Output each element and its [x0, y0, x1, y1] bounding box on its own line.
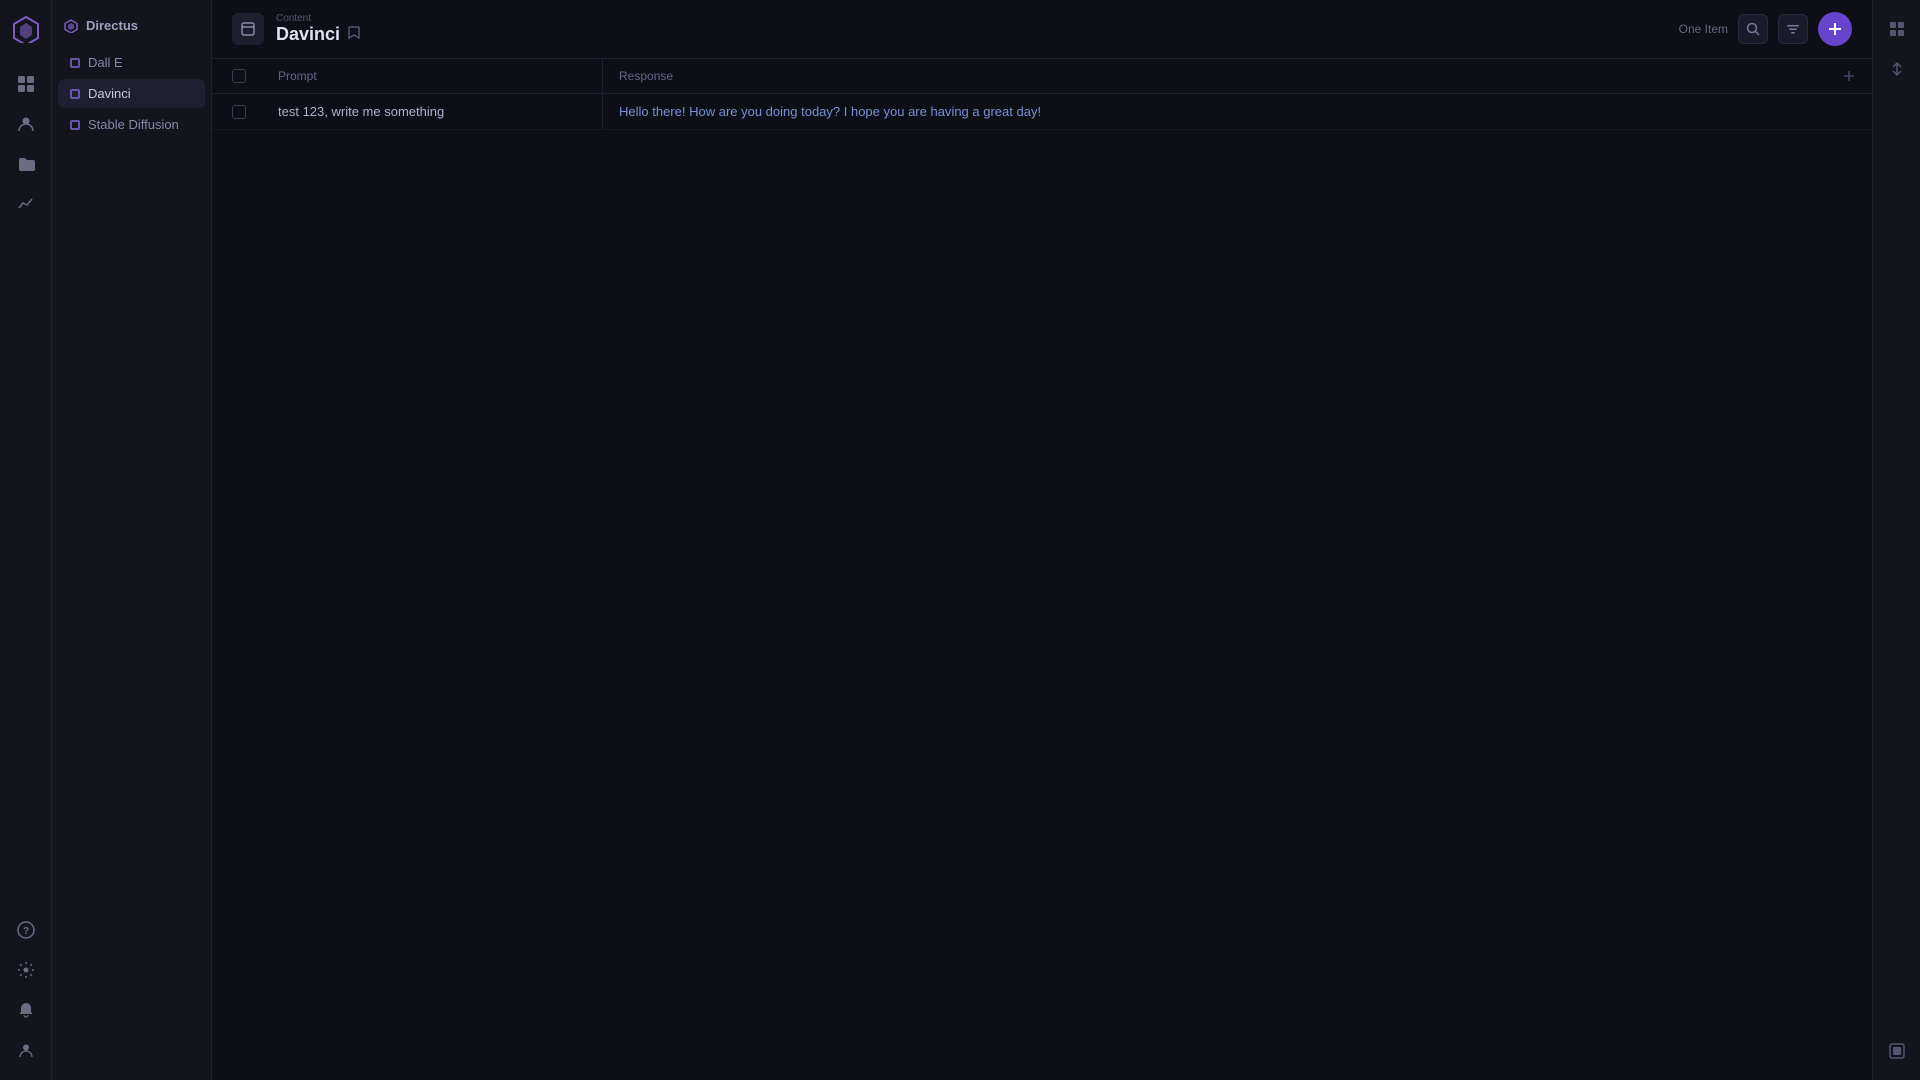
th-prompt: Prompt	[262, 59, 602, 94]
header-actions: One Item	[1679, 12, 1852, 46]
filter-button[interactable]	[1778, 14, 1808, 44]
bookmark-icon[interactable]	[348, 26, 360, 43]
table-header-row: Prompt Response	[212, 59, 1872, 94]
nav-bell-icon[interactable]	[8, 992, 44, 1028]
right-panel	[1872, 0, 1920, 1080]
sidebar-item-label: Stable Diffusion	[88, 117, 179, 132]
nav-settings-icon[interactable]	[8, 952, 44, 988]
add-column-button[interactable]	[1842, 69, 1856, 83]
page-icon	[232, 13, 264, 45]
sidebar-item-dot	[70, 58, 80, 68]
th-add-column[interactable]	[1826, 59, 1872, 94]
main-content: Content Davinci One Item	[212, 0, 1872, 1080]
data-table: Prompt Response	[212, 59, 1872, 130]
nav-help-icon[interactable]: ?	[8, 912, 44, 948]
nav-folder-icon[interactable]	[8, 146, 44, 182]
sidebar-item-label: Davinci	[88, 86, 131, 101]
prompt-cell: test 123, write me something	[262, 94, 602, 130]
sidebar-item-dot	[70, 120, 80, 130]
right-panel-sort-icon[interactable]	[1880, 52, 1914, 86]
workspace-name: Directus	[86, 18, 138, 33]
sidebar: Directus Dall E Davinci Stable Diffusion	[52, 0, 212, 1080]
response-cell: Hello there! How are you doing today? I …	[603, 94, 1826, 130]
sidebar-item-stable-diffusion[interactable]: Stable Diffusion	[58, 110, 205, 139]
sidebar-item-dot	[70, 89, 80, 99]
page-title: Davinci	[276, 24, 360, 45]
breadcrumb: Content	[276, 13, 360, 24]
row-checkbox[interactable]	[232, 105, 246, 119]
item-count-badge: One Item	[1679, 22, 1728, 36]
search-button[interactable]	[1738, 14, 1768, 44]
app-logo[interactable]	[9, 12, 43, 46]
row-checkbox-cell[interactable]	[212, 94, 262, 130]
nav-profile-icon[interactable]	[8, 1032, 44, 1068]
header-title-group: Content Davinci	[276, 13, 360, 45]
sidebar-item-label: Dall E	[88, 55, 123, 70]
workspace-header: Directus	[52, 12, 211, 47]
right-panel-layout-icon[interactable]	[1880, 12, 1914, 46]
svg-text:?: ?	[22, 926, 28, 937]
header-checkbox[interactable]	[232, 69, 246, 83]
nav-users-icon[interactable]	[8, 106, 44, 142]
data-table-container: Prompt Response	[212, 59, 1872, 1080]
nav-home-icon[interactable]	[8, 66, 44, 102]
icon-rail: ?	[0, 0, 52, 1080]
sidebar-item-davinci[interactable]: Davinci	[58, 79, 205, 108]
sidebar-item-dall-e[interactable]: Dall E	[58, 48, 205, 77]
row-add-cell	[1826, 94, 1872, 130]
th-response: Response	[603, 59, 1826, 94]
add-record-button[interactable]	[1818, 12, 1852, 46]
table-row: test 123, write me something Hello there…	[212, 94, 1872, 130]
th-checkbox[interactable]	[212, 59, 262, 94]
right-panel-bottom-icon[interactable]	[1880, 1034, 1914, 1068]
nav-analytics-icon[interactable]	[8, 186, 44, 222]
page-header: Content Davinci One Item	[212, 0, 1872, 59]
